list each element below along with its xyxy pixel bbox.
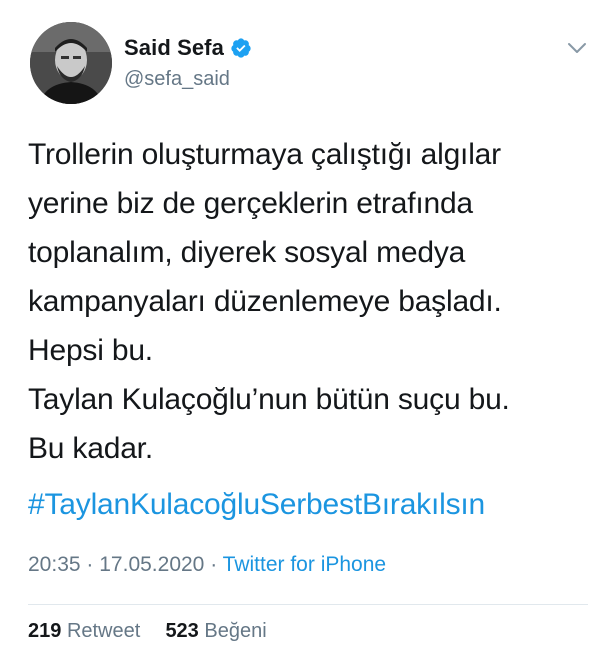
retweet-count: 219: [28, 620, 62, 642]
tweet-metadata: 20:35 · 17.05.2020 · Twitter for iPhone: [28, 553, 386, 577]
tweet-text-line: toplanalım, diyerek sosyal medya: [28, 236, 466, 269]
tweet-text-line: Bu kadar.: [28, 432, 153, 465]
tweet-text-line: kampanyaları düzenlemeye başladı.: [28, 285, 502, 318]
tweet-text-line: yerine biz de gerçeklerin etrafında: [28, 187, 473, 220]
tweet-header: Said Sefa @sefa_said: [28, 22, 588, 106]
meta-separator: ·: [210, 553, 218, 576]
retweet-stat[interactable]: 219 Retweet: [28, 620, 146, 642]
tweet-text: Trollerin oluşturmaya çalıştığı algılar …: [28, 130, 598, 473]
tweet-text-line: Hepsi bu.: [28, 334, 153, 367]
tweet-source-link[interactable]: Twitter for iPhone: [223, 553, 386, 576]
hashtag-link[interactable]: #TaylanKulacoğluSerbestBırakılsın: [28, 488, 485, 522]
like-count: 523: [165, 620, 199, 642]
tweet-text-line: Trollerin oluşturmaya çalıştığı algılar: [28, 138, 501, 171]
tweet-date[interactable]: 17.05.2020: [99, 553, 204, 576]
display-name-row: Said Sefa: [124, 34, 252, 62]
like-label: Beğeni: [204, 620, 267, 642]
verified-badge-icon: [230, 37, 252, 59]
like-stat[interactable]: 523 Beğeni: [165, 620, 266, 642]
divider: [28, 604, 588, 605]
avatar[interactable]: [30, 22, 112, 104]
tweet-stats: 219 Retweet 523 Beğeni: [28, 620, 267, 643]
chevron-down-icon[interactable]: [566, 40, 588, 56]
tweet-text-line: Taylan Kulaçoğlu’nun bütün suçu bu.: [28, 383, 510, 416]
avatar-photo: [30, 22, 112, 104]
tweet-time[interactable]: 20:35: [28, 553, 81, 576]
author-info: Said Sefa @sefa_said: [124, 34, 252, 91]
author-handle[interactable]: @sefa_said: [124, 68, 252, 91]
tweet-card: Said Sefa @sefa_said Trollerin oluşturma…: [0, 0, 616, 657]
display-name[interactable]: Said Sefa: [124, 35, 224, 61]
retweet-label: Retweet: [66, 620, 141, 642]
meta-separator: ·: [86, 553, 94, 576]
